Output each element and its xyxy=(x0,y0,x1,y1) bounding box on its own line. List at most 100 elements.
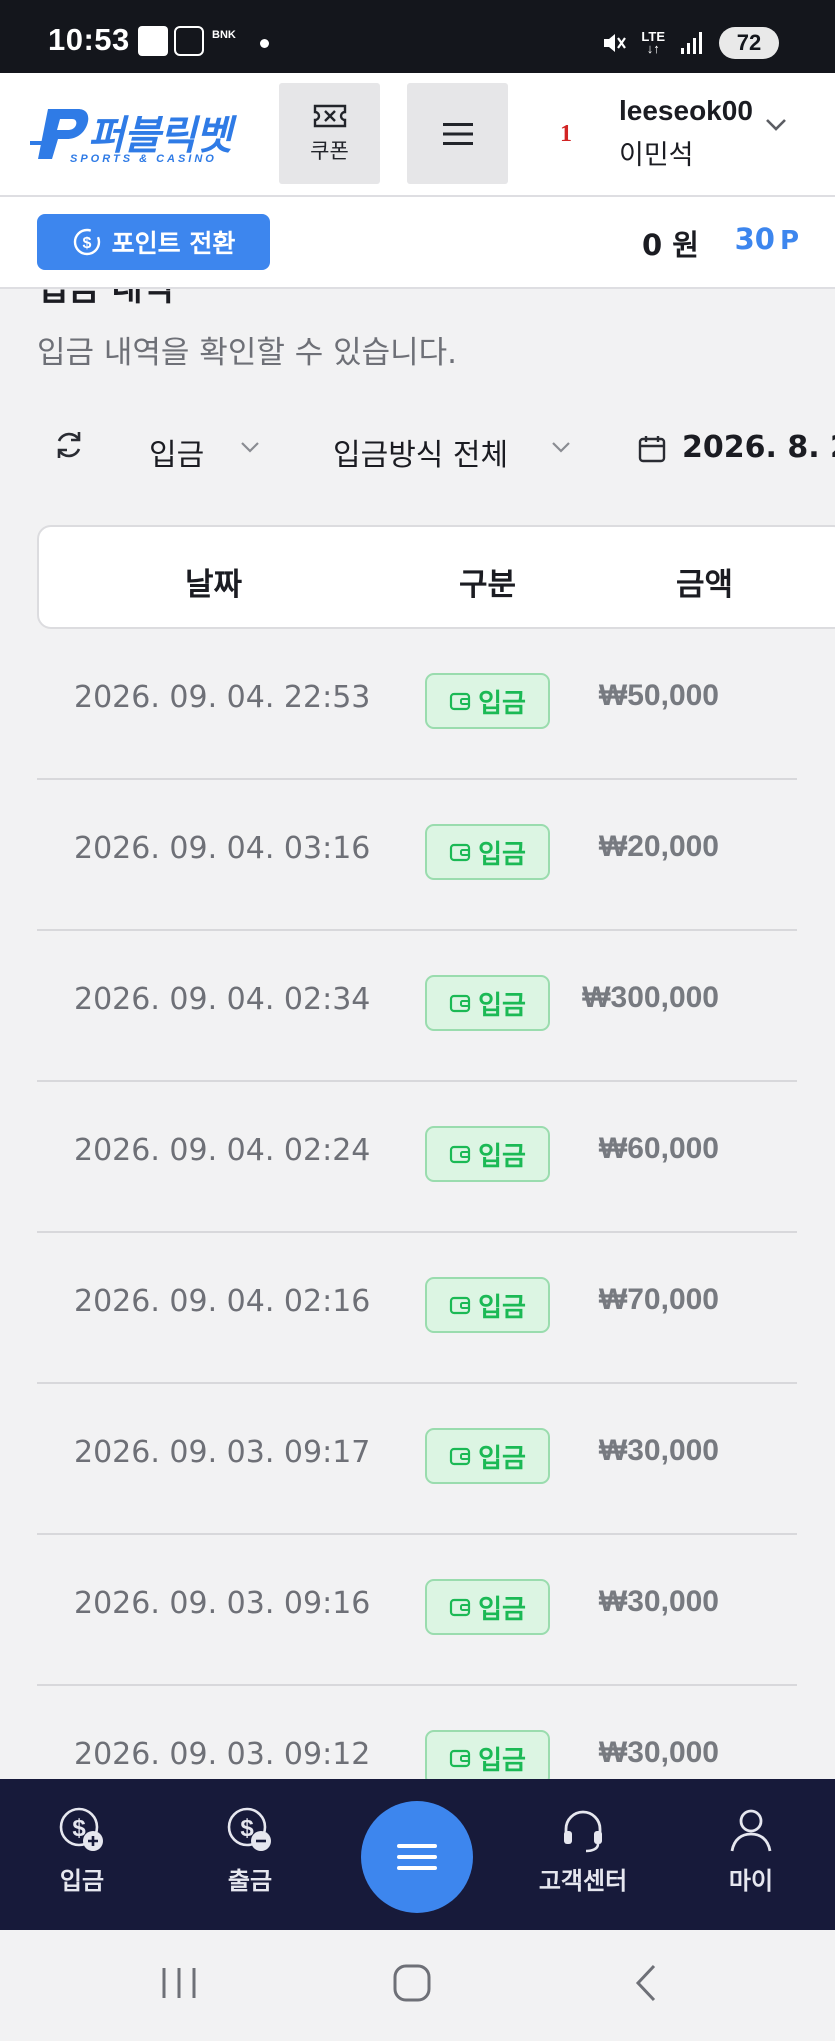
balance-amount: 0 원 xyxy=(642,228,699,262)
bottom-nav: $ 입금 $ 출금 고객센터 마이 xyxy=(0,1779,835,1930)
row-amount: ₩300,000 xyxy=(582,981,719,1014)
column-header-amount: 금액 xyxy=(676,567,734,603)
wallet-icon xyxy=(449,994,471,1013)
logo-subtitle: SPORTS & CASINO xyxy=(70,153,217,165)
hamburger-icon xyxy=(397,1844,437,1870)
row-date: 2026. 09. 04. 02:16 xyxy=(74,1284,371,1319)
refresh-icon[interactable] xyxy=(52,428,86,462)
nav-customer-center[interactable]: 고객센터 xyxy=(523,1805,643,1896)
table-row: 2026. 09. 04. 02:34 입금 ₩300,000 xyxy=(37,931,797,1082)
bank-notification-label: BNK xyxy=(212,29,236,41)
point-convert-button[interactable]: $ 포인트 전환 xyxy=(37,214,270,270)
wallet-icon xyxy=(449,1447,471,1466)
chevron-down-icon[interactable] xyxy=(240,440,260,454)
points-amount: 30 P xyxy=(735,222,799,256)
chevron-down-icon[interactable] xyxy=(551,440,571,454)
row-amount: ₩50,000 xyxy=(598,679,719,712)
chevron-down-icon[interactable] xyxy=(764,117,788,133)
deposit-icon: $ xyxy=(59,1807,103,1851)
webtoon-icon xyxy=(174,26,204,56)
user-id[interactable]: leeseok00 xyxy=(619,95,753,127)
row-date: 2026. 09. 04. 22:53 xyxy=(74,680,371,715)
table-row: 2026. 09. 04. 02:16 입금 ₩70,000 xyxy=(37,1233,797,1384)
row-date: 2026. 09. 04. 02:34 xyxy=(74,982,371,1017)
wallet-icon xyxy=(449,1296,471,1315)
mute-icon xyxy=(604,34,627,52)
nav-customer-center-label: 고객센터 xyxy=(538,1867,628,1895)
nav-my-label: 마이 xyxy=(728,1867,774,1895)
back-icon[interactable] xyxy=(630,1962,660,2004)
status-time: 10:53 xyxy=(48,22,130,57)
table-row: 2026. 09. 04. 22:53 입금 ₩50,000 xyxy=(37,629,797,780)
table-row: 2026. 09. 04. 02:24 입금 ₩60,000 xyxy=(37,1082,797,1233)
recent-apps-icon[interactable] xyxy=(160,1962,198,2002)
nav-withdraw[interactable]: $ 출금 xyxy=(190,1805,310,1896)
deposit-rows: 2026. 09. 04. 22:53 입금 ₩50,000 2026. 09.… xyxy=(37,629,797,1779)
row-date: 2026. 09. 04. 02:24 xyxy=(74,1133,371,1168)
page: 10:53 BNK LTE ↓↑ 72 퍼블릭벳 SPORTS & CASINO… xyxy=(0,0,835,2041)
row-amount: ₩20,000 xyxy=(598,830,719,863)
row-date: 2026. 09. 03. 09:12 xyxy=(74,1737,371,1772)
brand-logo[interactable]: 퍼블릭벳 SPORTS & CASINO xyxy=(30,103,245,169)
section-description: 입금 내역을 확인할 수 있습니다. xyxy=(37,335,458,371)
exchange-icon: $ xyxy=(73,228,100,256)
table-row: 2026. 09. 04. 03:16 입금 ₩20,000 xyxy=(37,780,797,931)
more-notifications-dot xyxy=(260,39,269,48)
table-header: 날짜 구분 금액 xyxy=(37,525,835,629)
wallet-icon xyxy=(449,1145,471,1164)
user-name[interactable]: 이민석 xyxy=(619,133,694,172)
date-range-input[interactable]: 2026. 8. 21 xyxy=(682,430,835,465)
nav-deposit[interactable]: $ 입금 xyxy=(22,1805,142,1896)
method-filter-select[interactable]: 입금방식 전체 xyxy=(333,430,508,474)
table-row: 2026. 09. 03. 09:17 입금 ₩30,000 xyxy=(37,1384,797,1535)
network-type: LTE ↓↑ xyxy=(641,29,665,56)
section-title: 입금 내역 xyxy=(37,289,174,309)
user-rank-badge: 1 xyxy=(560,121,572,147)
system-nav-bar xyxy=(0,1930,835,2041)
row-date: 2026. 09. 04. 03:16 xyxy=(74,831,371,866)
headset-icon xyxy=(564,1810,602,1853)
wallet-icon xyxy=(449,1749,471,1768)
row-amount: ₩70,000 xyxy=(598,1283,719,1316)
table-row: 2026. 09. 03. 09:12 입금 ₩30,000 xyxy=(37,1686,797,1779)
column-header-date: 날짜 xyxy=(185,567,243,603)
points-bar: $ 포인트 전환 0 원 30 P xyxy=(0,197,835,289)
row-date: 2026. 09. 03. 09:16 xyxy=(74,1586,371,1621)
battery-indicator: 72 xyxy=(719,27,779,59)
status-bar: 10:53 BNK LTE ↓↑ 72 xyxy=(0,0,835,73)
filter-row: 입금 입금방식 전체 2026. 8. 21 xyxy=(37,414,835,484)
row-date: 2026. 09. 03. 09:17 xyxy=(74,1435,371,1470)
signal-icon xyxy=(681,32,702,54)
wallet-icon xyxy=(449,843,471,862)
table-row: 2026. 09. 03. 09:16 입금 ₩30,000 xyxy=(37,1535,797,1686)
deposit-history-section: 입금 내역 입금 내역을 확인할 수 있습니다. 입금 입금방식 전체 2026… xyxy=(0,289,835,1779)
coupon-button[interactable]: 쿠폰 xyxy=(279,83,380,184)
svg-text:$: $ xyxy=(82,235,91,252)
calendar-icon[interactable] xyxy=(637,434,667,464)
points-value: 30 xyxy=(734,222,775,256)
type-filter-select[interactable]: 입금 xyxy=(149,430,204,474)
coupon-label: 쿠폰 xyxy=(310,138,349,163)
nav-menu-button[interactable] xyxy=(361,1801,473,1913)
point-convert-label: 포인트 전환 xyxy=(111,229,236,258)
nav-withdraw-label: 출금 xyxy=(227,1867,273,1895)
withdraw-icon: $ xyxy=(227,1807,271,1851)
menu-button[interactable] xyxy=(407,83,508,184)
nav-deposit-label: 입금 xyxy=(59,1867,105,1895)
home-icon[interactable] xyxy=(391,1962,433,2004)
hamburger-icon xyxy=(442,122,473,145)
wallet-icon xyxy=(449,692,471,711)
row-amount: ₩60,000 xyxy=(598,1132,719,1165)
column-header-type: 구분 xyxy=(459,567,517,603)
ticket-icon xyxy=(313,104,346,127)
user-icon xyxy=(730,1809,772,1852)
points-unit: P xyxy=(779,226,799,256)
row-amount: ₩30,000 xyxy=(598,1434,719,1467)
status-right: LTE ↓↑ 72 xyxy=(601,26,779,60)
notification-icon xyxy=(138,26,168,56)
nav-my[interactable]: 마이 xyxy=(691,1805,811,1896)
row-amount: ₩30,000 xyxy=(598,1736,719,1769)
app-header: 퍼블릭벳 SPORTS & CASINO 쿠폰 1 leeseok00 이민석 xyxy=(0,73,835,197)
row-amount: ₩30,000 xyxy=(598,1585,719,1618)
wallet-icon xyxy=(449,1598,471,1617)
